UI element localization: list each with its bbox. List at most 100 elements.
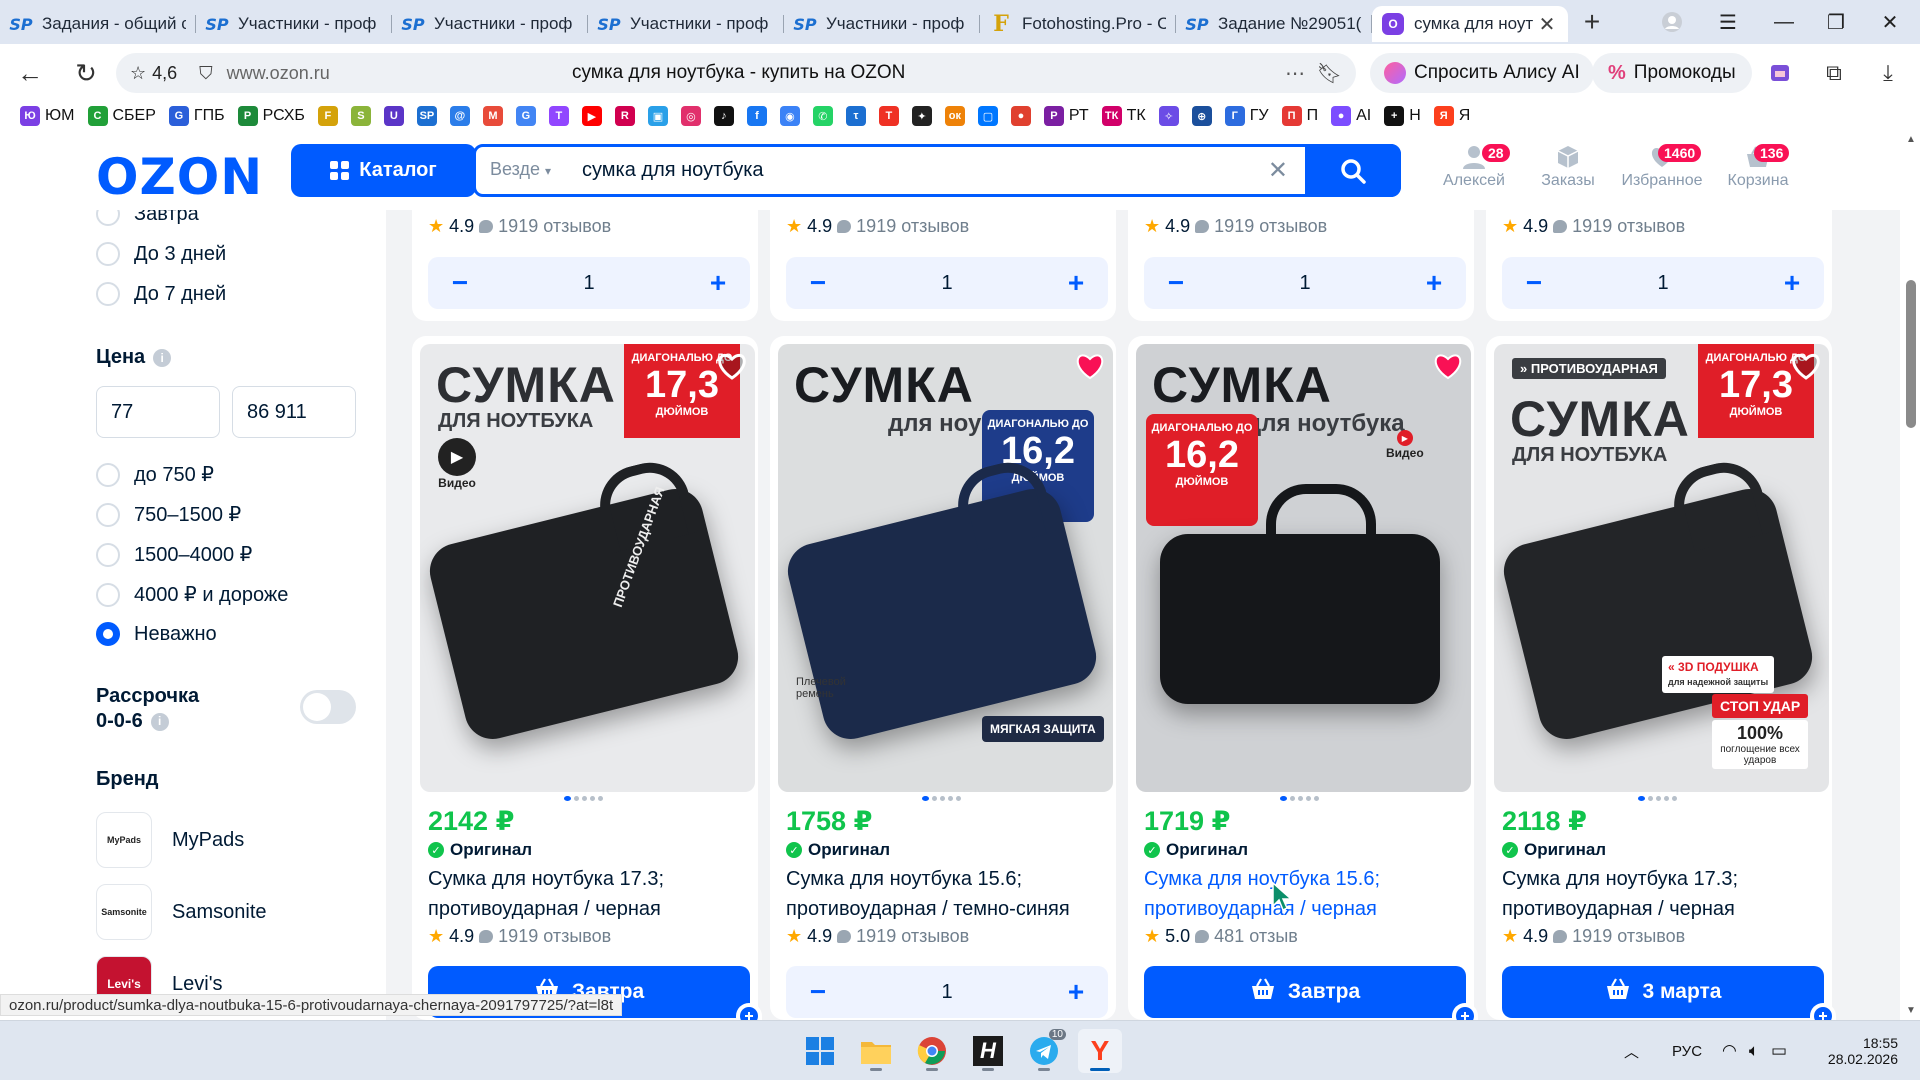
bookmark-item[interactable]: ▢ [977,106,998,126]
bookmark-item[interactable]: M [482,106,503,126]
search-button[interactable] [1305,144,1401,197]
reviews-link[interactable]: 1919 отзывов [479,216,611,237]
bookmark-item[interactable]: + Н [1384,106,1421,126]
product-image[interactable]: СУМКА ДЛЯ НОУТБУКА ДИАГОНАЛЬЮ ДО 17,3 ДЮЙМОВ… [420,344,755,792]
decrease-button[interactable]: − [1164,267,1188,299]
bookmark-item[interactable]: ⊕ [1191,106,1212,126]
start-button[interactable] [798,1029,842,1073]
taskbar-yandex-browser[interactable]: Y [1078,1029,1122,1073]
decrease-button[interactable]: − [448,267,472,299]
bookmark-item[interactable]: ▶ [581,106,602,126]
new-tab-icon[interactable]: + [1574,4,1610,40]
image-pager[interactable] [922,796,961,804]
bookmark-item[interactable]: ТК ТК [1101,106,1146,126]
bookmark-item[interactable]: ♪ [713,106,734,126]
bookmark-item[interactable]: S [350,106,371,126]
installment-toggle[interactable] [300,690,356,724]
bookmark-item[interactable]: ✧ [1158,106,1179,126]
product-title-link[interactable]: Сумка для ноутбука 15.6; противоударная /… [1144,864,1474,924]
brand-option[interactable]: Samsonite Samsonite [96,884,267,940]
bookmark-item[interactable]: ▣ [647,106,668,126]
bookmark-item[interactable]: ✆ [812,106,833,126]
tray-icons[interactable]: ◠ 🔈︎ ▭ [1722,1021,1787,1080]
browser-tab[interactable]: SP Участники - проф [196,6,392,42]
more-icon[interactable]: ⋯ [1285,61,1306,86]
price-to-input[interactable]: 86 911 [232,386,356,438]
price-range-option[interactable]: 4000 ₽ и дороже [96,582,288,607]
promocodes-button[interactable]: % Промокоды [1592,53,1752,93]
browser-tab[interactable]: SP Участники - проф [588,6,784,42]
product-image[interactable]: СУМКА для ноутбука ДИАГОНАЛЬЮ ДО 16,2 ДЮЙМОВ… [778,344,1113,792]
reviews-link[interactable]: 481 отзыв [1195,926,1298,947]
browser-menu-icon[interactable]: ☰ [1700,0,1756,44]
header-orders[interactable]: Заказы [1520,142,1616,190]
increase-button[interactable]: + [1780,267,1804,299]
increase-button[interactable]: + [706,267,730,299]
bookmark-item[interactable]: ПП [1281,106,1318,126]
brand-option[interactable]: MyPads MyPads [96,812,244,868]
bookmark-item[interactable]: F [317,106,338,126]
bookmark-item[interactable]: U [383,106,404,126]
site-rating[interactable]: ☆ 4,6 [130,63,177,84]
reviews-link[interactable]: 1919 отзывов [1553,926,1685,947]
bookmark-icon[interactable]: 🔖︎ [1317,61,1342,86]
close-tab-icon[interactable]: ✕ [1536,12,1558,37]
browser-tab[interactable]: Oсумка для ноут ✕ [1372,6,1568,42]
filter-delivery-tomorrow[interactable]: Завтра [96,210,199,226]
back-icon[interactable]: ← [2,44,58,102]
reviews-link[interactable]: 1919 отзывов [479,926,611,947]
taskbar-app-h[interactable]: H [966,1029,1010,1073]
bookmark-item[interactable]: G ГПБ [168,106,225,126]
bookmark-item[interactable]: С СБЕР [87,106,156,126]
scroll-up-icon[interactable]: ▲ [1906,134,1916,145]
decrease-button[interactable]: − [806,976,830,1008]
bookmark-item[interactable]: SP [416,106,437,126]
browser-tab[interactable]: SP Задания - общий с [0,6,196,42]
input-language[interactable]: РУС [1672,1021,1702,1080]
bookmark-item[interactable]: ЯЯ [1433,106,1470,126]
tray-chevron-icon[interactable]: ︿ [1624,1021,1639,1080]
ask-alice-button[interactable]: Спросить Алису AI [1370,53,1594,93]
increase-button[interactable]: + [1064,976,1088,1008]
image-pager[interactable] [1638,796,1677,804]
bookmark-item[interactable]: ◉ [779,106,800,126]
gallery-icon[interactable] [1760,53,1800,93]
decrease-button[interactable]: − [1522,267,1546,299]
favorite-heart-icon[interactable] [1791,352,1821,380]
product-title-link[interactable]: Сумка для ноутбука 15.6; противоударная /… [786,864,1116,924]
bookmark-item[interactable]: T [878,106,899,126]
taskbar-telegram[interactable]: 10 [1022,1029,1066,1073]
header-cart[interactable]: Корзина 136 [1710,142,1806,190]
video-label[interactable]: ▶ Видео [1386,430,1424,460]
profile-icon[interactable] [1644,0,1700,44]
clear-search-icon[interactable]: ✕ [1268,156,1288,185]
scroll-thumb[interactable] [1906,280,1916,428]
price-range-option[interactable]: до 750 ₽ [96,462,214,487]
product-title-link[interactable]: Сумка для ноутбука 17.3; противоударная /… [1502,864,1832,924]
search-scope-select[interactable]: Везде ▾ [490,159,551,180]
bookmark-item[interactable]: Р РТ [1043,106,1089,126]
info-icon[interactable]: i [150,712,169,731]
restore-icon[interactable]: ❐ [1808,0,1864,44]
favorite-heart-icon[interactable] [1075,352,1105,380]
header-profile[interactable]: Алексей 28 [1426,142,1522,190]
reviews-link[interactable]: 1919 отзывов [837,216,969,237]
bookmark-item[interactable]: R [614,106,635,126]
bookmark-item[interactable]: T [548,106,569,126]
price-range-option[interactable]: 1500–4000 ₽ [96,542,252,567]
bookmark-item[interactable]: @ [449,106,470,126]
browser-tab[interactable]: SP Участники - проф [784,6,980,42]
minimize-icon[interactable]: — [1756,0,1812,44]
product-image[interactable]: СУМКА для ноутбука ДИАГОНАЛЬЮ ДО 16,2 ДЮЙМОВ… [1136,344,1471,792]
image-pager[interactable] [1280,796,1319,804]
add-to-cart-button[interactable]: Завтра [1144,966,1466,1018]
ozon-logo[interactable]: OZON [96,148,263,206]
bookmark-item[interactable]: ◎ [680,106,701,126]
shield-icon[interactable]: ⛉ [199,63,213,84]
browser-tab[interactable]: SP Задание №29051( [1176,6,1372,42]
clock[interactable]: 18:55 28.02.2026 [1820,1021,1898,1080]
close-window-icon[interactable]: ✕ [1862,0,1918,44]
product-title-link[interactable]: Сумка для ноутбука 17.3; противоударная /… [428,864,758,924]
price-range-option[interactable]: Неважно [96,622,217,646]
browser-tab[interactable]: SP Участники - проф [392,6,588,42]
